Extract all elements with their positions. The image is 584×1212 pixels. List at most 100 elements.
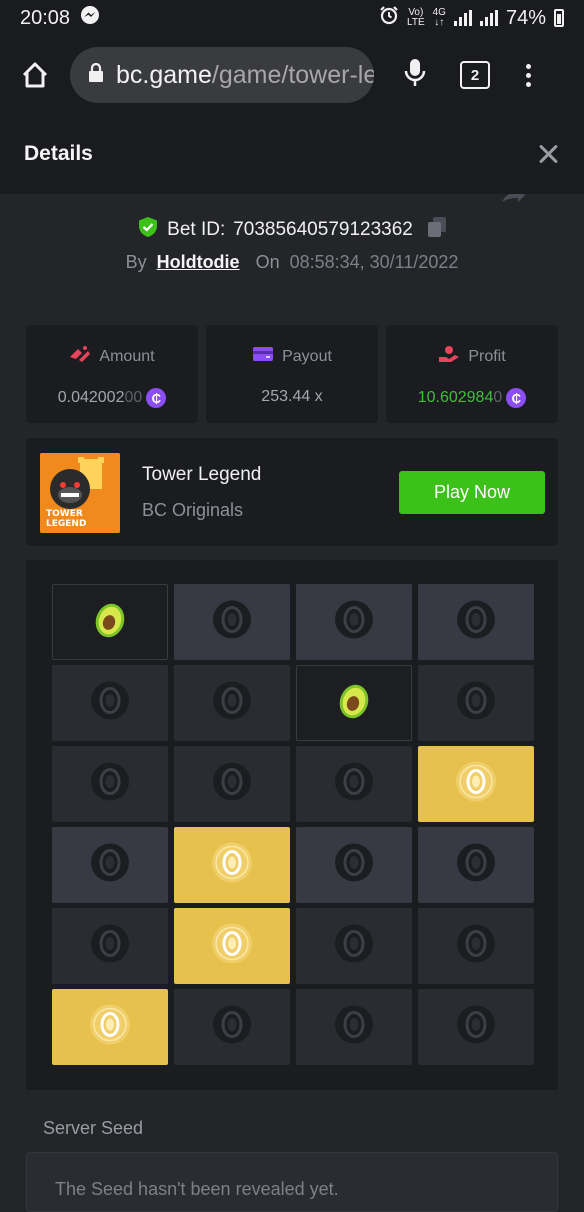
amount-value: 0.04200200 <box>57 389 143 406</box>
tower-board <box>26 560 558 1090</box>
lock-icon <box>88 62 104 88</box>
payout-label: Payout <box>282 347 332 365</box>
coin-icon: ₵ <box>146 388 167 408</box>
profit-card: Profit 10.6029840 ₵ <box>386 325 558 423</box>
tile-closed <box>174 665 290 741</box>
gold-token-icon <box>454 760 498 809</box>
tile-closed <box>296 908 412 984</box>
home-button[interactable] <box>18 58 52 92</box>
tile-gold <box>418 746 534 822</box>
more-options-button[interactable] <box>526 63 531 87</box>
gold-token-icon <box>210 922 254 971</box>
status-bar: 20:08 Vo) LTE 4G ↓↑ 74% <box>0 0 584 36</box>
browser-toolbar: bc.game/game/tower-legend 2 <box>0 36 584 114</box>
amount-label: Amount <box>99 347 155 365</box>
egg-token-icon <box>456 600 496 645</box>
svg-text:LEGEND: LEGEND <box>46 519 86 529</box>
egg-token-icon <box>456 843 496 888</box>
details-title: Details <box>24 142 93 165</box>
tile-gold <box>174 908 290 984</box>
egg-token-icon <box>90 924 130 969</box>
tile-closed <box>418 989 534 1065</box>
profit-value: 10.6029840 <box>417 389 503 406</box>
home-icon <box>22 62 48 88</box>
battery-percent: 74% <box>505 6 546 29</box>
egg-token-icon <box>90 843 130 888</box>
svg-text:TOWER: TOWER <box>46 509 83 519</box>
username-link[interactable]: Holdtodie <box>157 252 240 273</box>
server-seed-label: Server Seed <box>43 1118 144 1138</box>
payout-card: Payout 253.44 x <box>206 325 378 423</box>
url-path: /game/tower-legend <box>211 60 374 89</box>
tile-gold <box>174 827 290 903</box>
battery-icon <box>554 9 564 27</box>
bet-datetime: 08:58:34, 30/11/2022 <box>289 252 459 272</box>
tile-closed <box>418 665 534 741</box>
game-name[interactable]: Tower Legend <box>142 464 261 486</box>
bet-id-row: Bet ID: 70385640579123362 <box>0 216 584 244</box>
copy-icon[interactable] <box>427 216 447 244</box>
network-type-indicator: 4G ↓↑ <box>432 7 446 28</box>
tile-closed <box>174 584 290 660</box>
amount-card: Amount 0.04200200 ₵ <box>26 325 198 423</box>
egg-token-icon <box>212 600 252 645</box>
egg-token-icon <box>90 681 130 726</box>
tile-closed <box>296 584 412 660</box>
details-header: Details <box>0 114 584 194</box>
game-provider: BC Originals <box>142 500 244 520</box>
egg-token-icon <box>456 1005 496 1050</box>
tile-avocado <box>52 584 168 660</box>
egg-token-icon <box>212 762 252 807</box>
server-seed-field: The Seed hasn't been revealed yet. <box>26 1152 558 1212</box>
server-seed-value: The Seed hasn't been revealed yet. <box>55 1179 339 1199</box>
bet-id-value: 70385640579123362 <box>233 219 413 240</box>
payout-icon <box>252 345 274 368</box>
egg-token-icon <box>456 924 496 969</box>
avocado-icon <box>337 681 371 726</box>
tile-closed <box>52 827 168 903</box>
gold-token-icon <box>210 841 254 890</box>
tile-closed <box>296 746 412 822</box>
tile-closed <box>174 746 290 822</box>
egg-token-icon <box>212 1005 252 1050</box>
egg-token-icon <box>334 843 374 888</box>
signal-icon-2 <box>479 10 498 26</box>
tile-closed <box>418 908 534 984</box>
microphone-button[interactable] <box>404 58 426 93</box>
tile-closed <box>52 746 168 822</box>
tile-closed <box>52 665 168 741</box>
play-now-button[interactable]: Play Now <box>399 471 545 514</box>
alarm-icon <box>379 5 399 31</box>
game-thumbnail[interactable]: TOWER LEGEND <box>40 453 120 533</box>
profit-label: Profit <box>468 347 506 365</box>
tile-closed <box>52 908 168 984</box>
url-bar[interactable]: bc.game/game/tower-legend <box>70 47 374 103</box>
profit-icon <box>438 345 460 368</box>
signal-icon <box>453 10 472 26</box>
clock: 20:08 <box>20 6 71 29</box>
egg-token-icon <box>334 924 374 969</box>
bet-id-label: Bet ID: <box>167 219 226 240</box>
tile-closed <box>174 989 290 1065</box>
on-label: On <box>255 252 280 272</box>
tile-closed <box>418 827 534 903</box>
tile-avocado <box>296 665 412 741</box>
payout-value: 253.44 x <box>261 388 323 405</box>
gold-token-icon <box>88 1003 132 1052</box>
amount-icon <box>69 345 91 368</box>
egg-token-icon <box>456 681 496 726</box>
coin-icon: ₵ <box>506 388 527 408</box>
tab-switcher-button[interactable]: 2 <box>460 61 490 89</box>
by-label: By <box>125 252 147 272</box>
close-icon[interactable] <box>536 142 560 166</box>
egg-token-icon <box>212 681 252 726</box>
volte-indicator: Vo) LTE <box>407 7 425 28</box>
egg-token-icon <box>334 762 374 807</box>
verified-shield-icon <box>137 216 159 244</box>
egg-token-icon <box>334 1005 374 1050</box>
messenger-icon <box>80 5 100 31</box>
egg-token-icon <box>334 600 374 645</box>
avocado-icon <box>93 600 127 645</box>
tile-closed <box>418 584 534 660</box>
url-host: bc.game <box>116 60 212 89</box>
